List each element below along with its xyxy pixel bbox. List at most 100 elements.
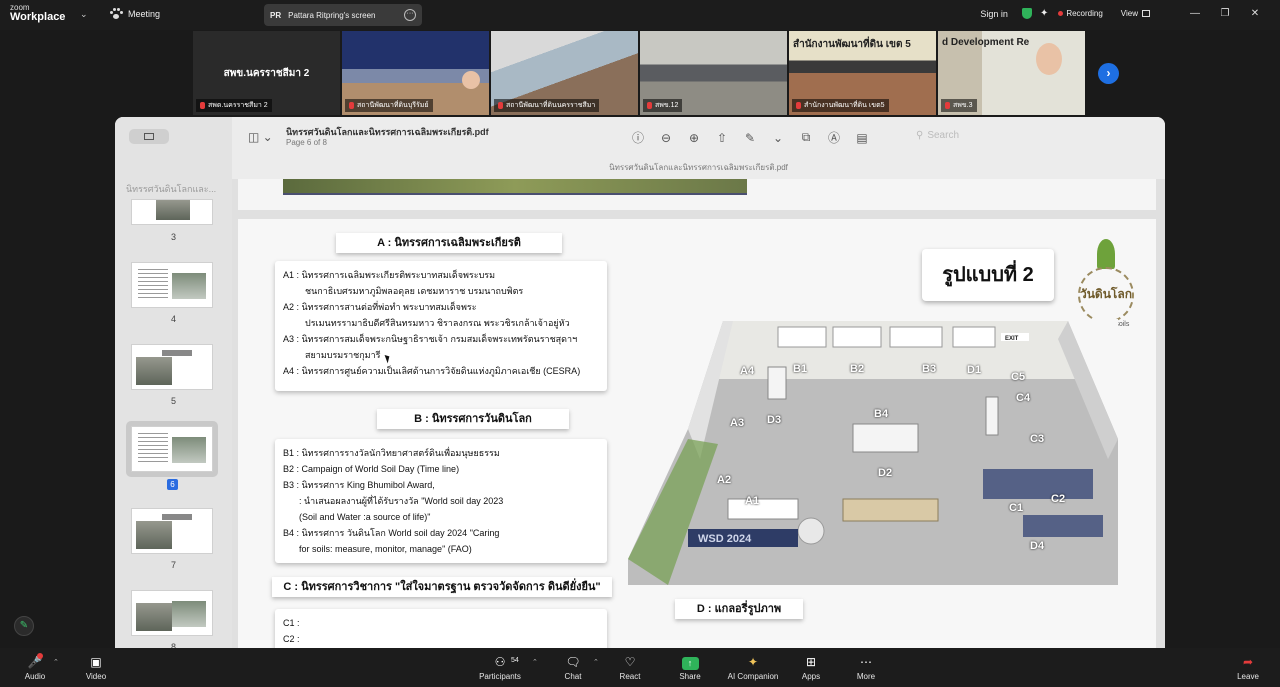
highlight-icon[interactable]: Ⓐ <box>826 129 842 146</box>
info-icon[interactable]: ⓘ <box>630 129 646 146</box>
page-thumbnail-current[interactable] <box>131 426 213 472</box>
chat-chevron-icon[interactable]: ⌃ <box>593 658 599 666</box>
screen-share-indicator[interactable]: PR Pattara Ritpring's screen ··· <box>264 4 422 26</box>
markup-pen-icon[interactable]: ✎ <box>742 131 758 145</box>
booth-panel <box>777 326 827 348</box>
zone-label: C1 <box>1009 502 1024 514</box>
shared-pdf-window: นิทรรศวันดินโลกและ... 3 4 5 6 7 8 ◫ ⌄ นิ… <box>115 117 1165 648</box>
zone-label: B4 <box>874 408 889 420</box>
leaf-icon <box>1097 239 1115 269</box>
participants-chevron-icon[interactable]: ⌃ <box>532 658 538 666</box>
participant-tile[interactable]: สพข.นครราชสีมา 2 สพด.นครราชสีมา 2 <box>193 31 340 115</box>
meeting-info-button[interactable]: Meeting <box>110 8 160 20</box>
page-thumbnail[interactable] <box>131 199 213 225</box>
zoom-out-icon[interactable]: ⊖ <box>658 131 674 145</box>
zone-label: C3 <box>1030 433 1045 445</box>
close-icon[interactable]: ✕ <box>1240 8 1270 19</box>
mic-muted-icon <box>349 102 354 109</box>
participant-label: สำนักงานพัฒนาที่ดิน เขต5 <box>792 99 889 112</box>
more-options-icon[interactable]: ··· <box>404 9 416 21</box>
section-b-item: (Soil and Water :a source of life)" <box>299 512 431 522</box>
participants-button[interactable]: ⚇ Participants <box>470 654 530 681</box>
participant-tile[interactable]: d Development Re สพข.3 <box>938 31 1085 115</box>
page-thumbnail[interactable] <box>131 262 213 308</box>
c1-area <box>983 469 1093 499</box>
participant-tile[interactable]: สพข.12 <box>640 31 787 115</box>
stand <box>767 366 787 400</box>
leave-icon: ➦ <box>1242 655 1254 669</box>
react-button[interactable]: ♡ React <box>600 654 660 681</box>
share-icon[interactable]: ⇧ <box>714 131 730 145</box>
view-button[interactable]: View <box>1121 9 1138 18</box>
zoom-in-icon[interactable]: ⊕ <box>686 131 702 145</box>
participant-label-text: สพด.นครราชสีมา 2 <box>208 102 268 109</box>
participant-video-strip: สพข.นครราชสีมา 2 สพด.นครราชสีมา 2 สถานีพ… <box>193 31 1085 115</box>
page-thumbnail[interactable] <box>131 590 213 636</box>
page-thumbnail[interactable] <box>131 508 213 554</box>
search-icon: ⚲ <box>916 130 924 141</box>
section-c-list: C1 : C2 : <box>275 609 607 648</box>
apps-button[interactable]: ⊞ Apps <box>781 654 841 681</box>
front-panel <box>727 498 799 520</box>
participant-label: สพข.3 <box>941 99 977 112</box>
recording-indicator[interactable]: Recording <box>1066 9 1102 18</box>
page-thumbnail[interactable] <box>131 344 213 390</box>
form-icon[interactable]: ▤ <box>854 131 870 145</box>
sidebar-title: นิทรรศวันดินโลกและ... <box>126 184 217 194</box>
grid-view-icon[interactable] <box>1142 10 1150 17</box>
participant-tile[interactable]: สถานีพัฒนาที่ดินบุรีรัมย์ <box>342 31 489 115</box>
round-table <box>797 517 825 545</box>
zoom-logo[interactable]: zoom Workplace <box>10 4 65 23</box>
video-button[interactable]: ▣ Video <box>66 654 126 681</box>
section-a-item: สยามบรมราชกุมารี <box>305 350 381 360</box>
chat-label: Chat <box>564 672 582 681</box>
audio-options-chevron-icon[interactable]: ⌃ <box>53 658 59 666</box>
sidebar-toggle-button[interactable] <box>129 129 169 144</box>
document-title: นิทรรศวันดินโลกและนิทรรศการเฉลิมพระเกียร… <box>286 127 489 137</box>
pdf-page-area[interactable]: A : นิทรรศการเฉลิมพระเกียรติ A1 : นิทรรศ… <box>232 179 1165 648</box>
wall-sign: d Development Re <box>942 37 1030 48</box>
annotate-icon[interactable]: ✎ <box>14 616 34 636</box>
section-a-item: ชนกาธิเบศรมหาภูมิพลอดุลย เดชมหาราช บรมนา… <box>305 286 524 296</box>
floor-banner-text: WSD 2024 <box>698 533 752 545</box>
d4-area <box>1023 515 1103 537</box>
section-b-item: B4 : นิทรรศการ วันดินโลก World soil day … <box>283 528 500 538</box>
booth-panel <box>952 326 996 348</box>
section-a-item: ปรเมนทรรามาธิบดีศรีสินทรมหาว ชิราลงกรณ พ… <box>305 318 570 328</box>
participant-label: สถานีพัฒนาที่ดินบุรีรัมย์ <box>345 99 433 112</box>
exhibition-floor-plan: WSD 2024 EXIT A4 B1 B2 B3 D1 C5 C4 A3 D3… <box>628 319 1118 585</box>
recording-dot-icon <box>1058 11 1064 16</box>
next-participants-button[interactable]: › <box>1098 63 1119 84</box>
thumbnail-sidebar[interactable]: นิทรรศวันดินโลกและ... 3 4 5 6 7 8 <box>115 117 232 648</box>
zone-label: B3 <box>922 363 937 375</box>
zone-label: D3 <box>767 414 782 426</box>
search-field[interactable]: ⚲ Search <box>916 130 959 141</box>
mic-muted-icon <box>498 102 503 109</box>
shield-icon[interactable] <box>1021 8 1032 19</box>
zone-label: D1 <box>967 364 982 376</box>
section-a-item: A2 : นิทรรศการสานต่อที่พ่อทำ พระบาทสมเด็… <box>283 302 477 312</box>
chevron-down-icon[interactable]: ⌄ <box>80 9 88 20</box>
sidebar-view-icon[interactable]: ◫ ⌄ <box>248 130 273 144</box>
sign-in-link[interactable]: Sign in <box>980 9 1008 19</box>
zone-label: C2 <box>1051 493 1066 505</box>
chevron-down-icon[interactable]: ⌄ <box>770 131 786 145</box>
counter <box>842 498 939 522</box>
minimize-icon[interactable]: — <box>1180 8 1210 19</box>
participant-tile[interactable]: สถานีพัฒนาที่ดินนครราชสีมา <box>491 31 638 115</box>
section-c-header: C : นิทรรศการวิชาการ "ใส่ใจมาตรฐาน ตรวจว… <box>272 577 612 597</box>
more-button[interactable]: ⋯ More <box>836 654 896 681</box>
thumb-image <box>136 357 172 385</box>
apps-icon: ⊞ <box>805 655 817 669</box>
share-button[interactable]: ↑ Share <box>660 654 720 681</box>
ai-sparkle-icon[interactable]: ✦ <box>1040 8 1048 19</box>
previous-page <box>238 179 1156 210</box>
section-a-item: A4 : นิทรรศการศูนย์ความเป็นเลิศด้านการวิ… <box>283 366 581 376</box>
restore-icon[interactable]: ❐ <box>1210 8 1240 19</box>
participant-person <box>1036 43 1062 75</box>
participant-label-text: สถานีพัฒนาที่ดินบุรีรัมย์ <box>357 102 429 109</box>
rotate-icon[interactable]: ⧉ <box>798 130 814 145</box>
ai-companion-button[interactable]: ✦ AI Companion <box>717 654 789 681</box>
leave-button[interactable]: ➦ Leave <box>1218 654 1278 681</box>
participant-tile[interactable]: สำนักงานพัฒนาที่ดิน เขต 5 สำนักงานพัฒนาท… <box>789 31 936 115</box>
